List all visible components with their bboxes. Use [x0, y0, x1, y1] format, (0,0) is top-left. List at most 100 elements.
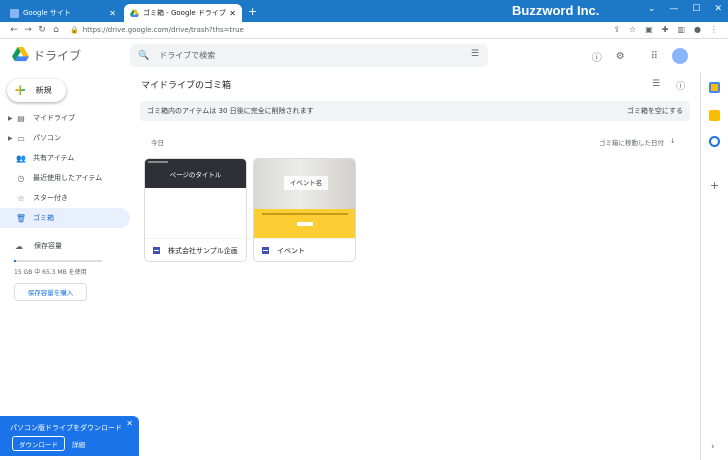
- expand-caret-icon[interactable]: ▶: [8, 115, 14, 122]
- browser-tab-sites[interactable]: Google サイト ✕: [4, 4, 122, 22]
- maximize-icon[interactable]: ☐: [692, 4, 700, 14]
- sort-direction-icon[interactable]: ↓: [670, 137, 675, 147]
- cloud-icon: ☁: [15, 241, 23, 251]
- file-thumbnail: ページのタイトル: [145, 159, 246, 238]
- browser-toolbar-icons: ⇪ ☆ ▣ ✚ ▥ ● ⋮: [613, 25, 718, 34]
- new-tab-button[interactable]: +: [248, 5, 257, 18]
- sidepanel-icon[interactable]: ▥: [677, 25, 685, 34]
- sidebar-item-label: ゴミ箱: [33, 214, 54, 222]
- calendar-icon[interactable]: [709, 82, 720, 93]
- storage-used-text: 15 GB 中 65.3 MB を使用: [14, 269, 87, 276]
- forward-icon[interactable]: →: [22, 25, 34, 35]
- puzzle-icon[interactable]: ✚: [662, 25, 669, 34]
- close-tab-icon[interactable]: ✕: [229, 9, 236, 18]
- tab-search-icon[interactable]: ⌄: [648, 4, 656, 14]
- add-addon-icon[interactable]: +: [710, 179, 719, 192]
- list-view-icon[interactable]: ☰: [652, 79, 660, 92]
- help-icon[interactable]: ⓘ: [592, 49, 602, 64]
- drive-favicon-icon: [130, 9, 139, 17]
- sidebar-item-recent[interactable]: ◷ 最近使用したアイテム: [0, 168, 134, 188]
- home-icon[interactable]: ⌂: [50, 25, 62, 35]
- sidebar-item-my-drive[interactable]: ▶ ▤ マイドライブ: [0, 108, 134, 128]
- menu-icon[interactable]: ⋮: [710, 25, 718, 34]
- close-tab-icon[interactable]: ✕: [109, 9, 116, 18]
- trash-notice-banner: ゴミ箱内のアイテムは 30 日後に完全に削除されます ゴミ箱を空にする: [140, 101, 690, 121]
- empty-trash-button[interactable]: ゴミ箱を空にする: [627, 106, 683, 116]
- settings-icon[interactable]: ⚙: [616, 51, 625, 62]
- google-sites-icon: [153, 247, 160, 254]
- tab-title: Google サイト: [23, 9, 71, 17]
- sidebar-item-label: パソコン: [33, 134, 61, 142]
- browser-tab-drive-trash[interactable]: ゴミ箱 - Google ドライブ ✕: [124, 4, 242, 22]
- drive-logo-icon[interactable]: [12, 47, 29, 62]
- tasks-icon[interactable]: [709, 136, 720, 147]
- lock-icon[interactable]: 🔒: [70, 26, 79, 34]
- buy-storage-button[interactable]: 保存容量を購入: [14, 283, 87, 301]
- extension-icon[interactable]: ▣: [645, 25, 653, 34]
- close-icon[interactable]: ✕: [126, 419, 133, 428]
- my-drive-icon: ▤: [17, 113, 25, 123]
- app-name[interactable]: ドライブ: [33, 47, 81, 64]
- download-promo: パソコン版ドライブをダウンロード ✕ ダウンロード 詳細: [0, 416, 139, 456]
- minimize-icon[interactable]: —: [669, 4, 678, 14]
- download-button[interactable]: ダウンロード: [12, 436, 65, 451]
- storage-usage-bar: [14, 260, 102, 262]
- share-icon[interactable]: ⇪: [613, 25, 620, 34]
- details-link[interactable]: 詳細: [72, 439, 85, 449]
- sidebar-item-trash[interactable]: 🗑 ゴミ箱: [0, 208, 130, 228]
- profile-icon[interactable]: ●: [694, 25, 701, 34]
- drive-header: ドライブ 🔍 ドライブで検索 ☰ ⓘ ⚙ ⠿: [0, 39, 700, 72]
- search-input[interactable]: ドライブで検索: [159, 50, 215, 61]
- sites-favicon-icon: [10, 8, 19, 18]
- sidebar-item-starred[interactable]: ☆ スター付き: [0, 188, 134, 208]
- keep-icon[interactable]: [709, 110, 720, 121]
- promo-text: パソコン版ドライブをダウンロード: [10, 424, 122, 432]
- trash-notice-text: ゴミ箱内のアイテムは 30 日後に完全に削除されます: [147, 107, 314, 115]
- shared-icon: 👥: [16, 153, 26, 163]
- group-label: 今日: [151, 139, 164, 147]
- file-name: イベント: [277, 246, 305, 255]
- new-button[interactable]: + 新規: [7, 79, 66, 102]
- sort-control[interactable]: ゴミ箱に移動した日付 ↓: [599, 137, 675, 147]
- header-actions: ⓘ ⚙ ⠿: [592, 48, 688, 64]
- sidebar-item-computers[interactable]: ▶ ▭ パソコン: [0, 128, 134, 148]
- trash-icon: 🗑: [15, 213, 27, 223]
- file-card[interactable]: ページのタイトル 株式会社サンプル企画: [144, 158, 247, 262]
- bookmark-star-icon[interactable]: ☆: [629, 25, 636, 34]
- file-card[interactable]: イベント名 イベント: [253, 158, 356, 262]
- search-box[interactable]: 🔍 ドライブで検索 ☰: [130, 44, 488, 67]
- file-name: 株式会社サンプル企画: [168, 246, 238, 255]
- star-icon: ☆: [17, 193, 25, 203]
- sidebar-item-shared[interactable]: 👥 共有アイテム: [0, 148, 134, 168]
- search-options-icon[interactable]: ☰: [471, 49, 479, 59]
- new-button-label: 新規: [35, 86, 52, 95]
- address-bar: ← → ↻ ⌂ 🔒 https://drive.google.com/drive…: [0, 22, 728, 39]
- storage-usage-fill: [14, 260, 16, 262]
- view-actions: ☰ ⓘ: [652, 79, 685, 92]
- close-window-icon[interactable]: ✕: [714, 4, 722, 14]
- page-title: マイドライブのゴミ箱: [141, 81, 232, 91]
- expand-caret-icon[interactable]: ▶: [8, 135, 14, 142]
- thumbnail-title: イベント名: [284, 176, 328, 190]
- tab-title: ゴミ箱 - Google ドライブ: [143, 9, 226, 17]
- file-card-footer: イベント: [254, 238, 355, 261]
- reload-icon[interactable]: ↻: [36, 25, 48, 35]
- sidebar-item-label: 最近使用したアイテム: [33, 174, 103, 182]
- browser-tab-bar: Google サイト ✕ ゴミ箱 - Google ドライブ ✕ + Buzzw…: [0, 0, 728, 22]
- sort-label[interactable]: ゴミ箱に移動した日付: [599, 137, 664, 147]
- url-text[interactable]: https://drive.google.com/drive/trash?ths…: [83, 26, 244, 34]
- file-thumbnail: イベント名: [254, 159, 355, 238]
- storage-label: 保存容量: [34, 242, 62, 250]
- search-icon[interactable]: 🔍: [138, 51, 149, 61]
- google-sites-icon: [262, 247, 269, 254]
- sidebar-item-label: マイドライブ: [33, 114, 75, 122]
- info-icon[interactable]: ⓘ: [676, 79, 685, 92]
- sidebar-nav: ▶ ▤ マイドライブ ▶ ▭ パソコン 👥 共有アイテム ◷ 最近使用したアイテ…: [0, 108, 134, 228]
- plus-icon: +: [14, 81, 27, 99]
- expand-panel-icon[interactable]: ›: [711, 442, 715, 452]
- file-card-footer: 株式会社サンプル企画: [145, 238, 246, 261]
- storage-header[interactable]: ☁ 保存容量: [0, 239, 134, 253]
- back-icon[interactable]: ←: [8, 25, 20, 35]
- avatar[interactable]: [672, 48, 688, 64]
- apps-grid-icon[interactable]: ⠿: [651, 51, 658, 62]
